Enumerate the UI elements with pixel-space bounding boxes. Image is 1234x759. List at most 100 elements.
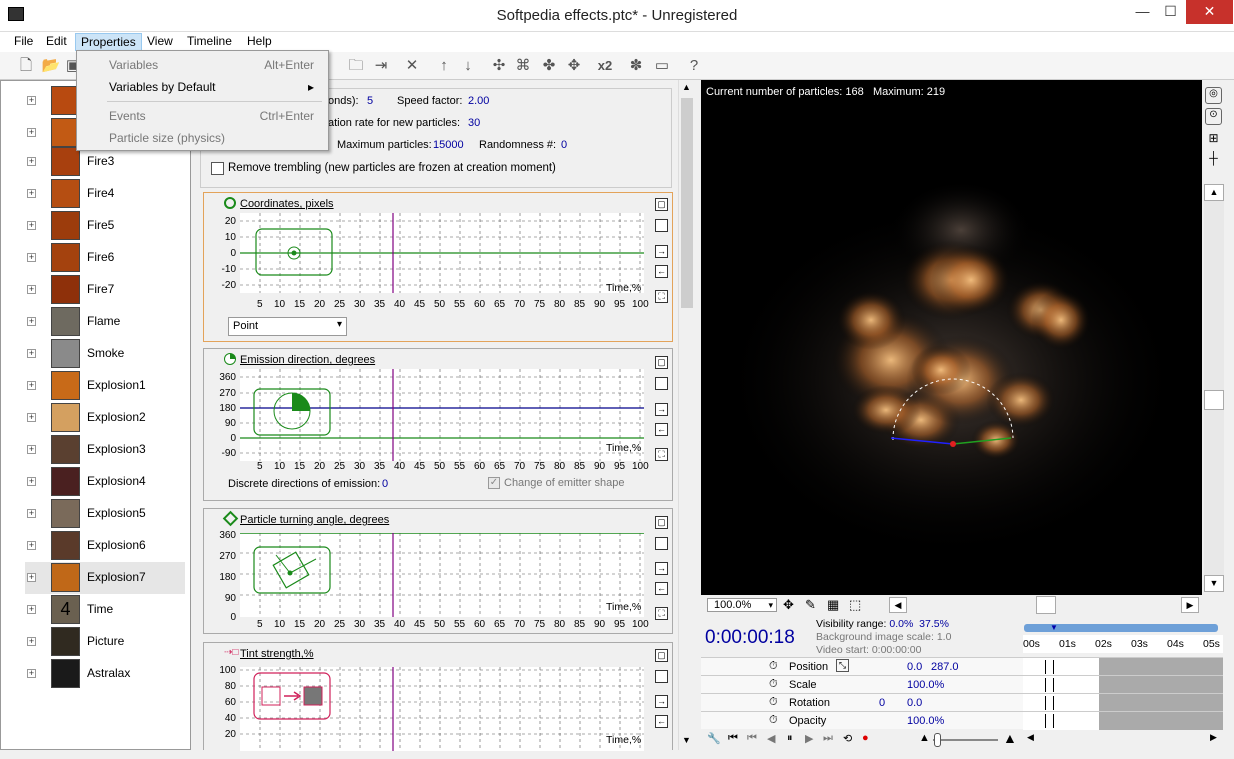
scroll-down-icon[interactable]: ▼ [682,735,691,745]
tree-item-selected[interactable]: + Explosion7 [25,562,185,594]
image-icon[interactable]: ▭ [651,55,673,77]
graph-title[interactable]: Tint strength,% [240,648,314,660]
prev-key-icon[interactable]: ⏮ [728,732,738,745]
menu-help[interactable]: Help [242,33,277,51]
menu-timeline[interactable]: Timeline [182,33,237,51]
pick-icon[interactable]: ✎ [805,597,816,613]
tree-item[interactable]: + Fire4 [25,178,185,210]
arrow-left-icon[interactable]: ← [655,715,668,728]
scroll-up-icon[interactable]: ▲ [682,82,691,92]
tree-item[interactable]: + Flame [25,306,185,338]
menu-particle-size[interactable]: Particle size (physics) [109,131,324,145]
zoom-select[interactable]: 100.0% ▾ [707,598,777,612]
layout-icon[interactable]: ▦ [827,597,839,613]
emitter-icon[interactable]: ✣ [488,55,510,77]
shape-select[interactable]: Point ▾ [228,317,347,336]
close-icon[interactable]: ✕ [1186,0,1233,24]
timeline-row-position[interactable]: ⏱ Position ⤡ 0.0 287.0 [701,657,1223,676]
track-area[interactable] [1023,712,1223,730]
track-area[interactable] [1023,658,1223,676]
menu-properties[interactable]: Properties [75,33,142,51]
maximize-graph-icon[interactable]: ▢ [655,356,668,369]
loop-icon[interactable]: ⟲ [843,732,852,745]
graph-area[interactable] [240,667,644,751]
row-value-a[interactable]: 100.0% [907,679,944,691]
stopwatch-icon[interactable]: ⏱ [769,660,778,673]
trembling-checkbox[interactable] [211,162,224,175]
stopwatch-icon[interactable]: ⏱ [769,714,778,727]
tree-item[interactable]: + Fire6 [25,242,185,274]
randomness-value[interactable]: 0 [561,139,567,151]
pause-icon[interactable]: ⏸ [787,732,793,745]
group-icon[interactable]: ✤ [538,55,560,77]
gamepad-icon[interactable]: ◎ [1205,87,1222,104]
minimize-icon[interactable]: — [1128,0,1157,24]
timeline-row-opacity[interactable]: ⏱ Opacity 100.0% [701,711,1223,730]
tree-item[interactable]: + Explosion4 [25,466,185,498]
speed-value[interactable]: 2.00 [468,95,489,107]
grid-icon[interactable]: ⊞ [1205,131,1222,148]
target-icon[interactable]: ⊙ [1205,108,1222,125]
maximize-graph-icon[interactable]: ▢ [655,198,668,211]
tree-item[interactable]: + Fire7 [25,274,185,306]
record-icon[interactable]: ● [862,732,869,744]
maximize-icon[interactable]: ☐ [1156,0,1185,24]
tree-item[interactable]: + Fire5 [25,210,185,242]
menu-edit[interactable]: Edit [41,33,72,51]
arrow-right-icon[interactable]: → [655,695,668,708]
fit-icon[interactable]: ⛶ [655,290,668,303]
fit-icon[interactable]: ⛶ [655,607,668,620]
stopwatch-icon[interactable]: ⏱ [769,696,778,709]
arrow-down-icon[interactable]: ↓ [457,55,479,77]
graph-title[interactable]: Coordinates, pixels [240,198,334,210]
arrow-up-icon[interactable]: ↑ [433,55,455,77]
max-particles-value[interactable]: 15000 [433,139,464,151]
open-icon[interactable]: 📂 [40,55,62,77]
axis-icon[interactable]: ┼ [1205,151,1222,168]
row-value-a[interactable]: 100.0% [907,715,944,727]
row-value-a[interactable]: 0.0 [907,661,922,673]
maximize-graph-icon[interactable]: ▢ [655,649,668,662]
row-value-a[interactable]: 0 [879,697,885,709]
step-back-icon[interactable]: ◀ [767,732,775,745]
tree-item[interactable]: + Astralax [25,658,185,690]
move-icon[interactable]: ⇥ [370,55,392,77]
leaf-icon[interactable]: ✽ [625,55,647,77]
first-frame-icon[interactable]: ⏮ [747,732,757,745]
discrete-value[interactable]: 0 [382,478,388,490]
step-forward-icon[interactable]: ▶ [805,732,813,745]
delete-icon[interactable]: ✕ [401,55,423,77]
new-icon[interactable]: 🗋 [15,55,37,77]
row-value-b[interactable]: 287.0 [931,661,959,673]
stopwatch-icon[interactable]: ⏱ [769,678,778,691]
arrow-right-icon[interactable]: → [655,245,668,258]
menu-variables-default[interactable]: Variables by Default ▸ [109,80,324,94]
x2-icon[interactable]: x2 [594,55,616,77]
track-area[interactable] [1023,676,1223,694]
graph-area[interactable] [240,213,644,293]
properties-scrollbar[interactable]: ▲ ▼ [678,80,695,750]
tree-item[interactable]: + Picture [25,626,185,658]
speed-slider-thumb[interactable] [934,733,941,747]
vertical-scroll-track[interactable] [1204,201,1224,576]
ungroup-icon[interactable]: ✥ [563,55,585,77]
arrow-right-icon[interactable]: → [655,403,668,416]
tree-item[interactable]: + Smoke [25,338,185,370]
tree-item[interactable]: + Explosion3 [25,434,185,466]
lifetime-value[interactable]: 5 [367,95,373,107]
scroll-down-icon[interactable]: ▼ [1204,575,1224,592]
square-icon[interactable] [655,219,668,232]
menu-events[interactable]: Events Ctrl+Enter [109,109,324,123]
curve-icon[interactable]: ⤡ [836,659,849,672]
graph-title[interactable]: Emission direction, degrees [240,354,375,366]
last-frame-icon[interactable]: ⏭ [823,732,833,745]
timeline-row-scale[interactable]: ⏱ Scale 100.0% [701,675,1223,694]
tree-item[interactable]: +4 Time [25,594,185,626]
scroll-left-icon[interactable]: ◀ [1027,732,1034,743]
tree-item[interactable]: + Explosion2 [25,402,185,434]
preview-viewport[interactable]: Current number of particles: 168 Maximum… [701,80,1202,595]
arrow-right-icon[interactable]: → [655,562,668,575]
tree-item[interactable]: + Explosion1 [25,370,185,402]
menu-file[interactable]: File [9,33,38,51]
help-icon[interactable]: ? [683,55,705,77]
